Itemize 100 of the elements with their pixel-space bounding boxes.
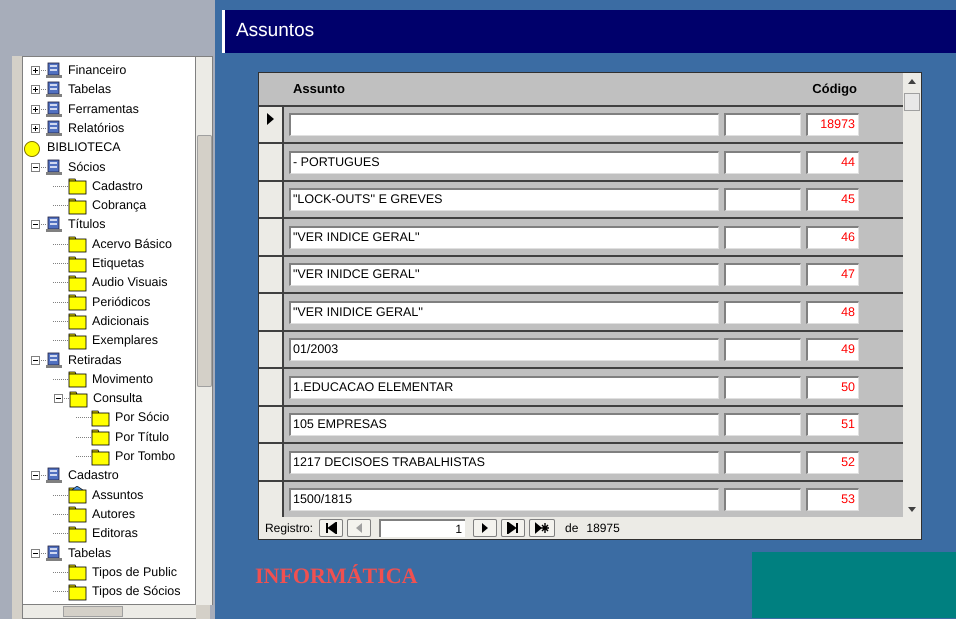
- expand-icon[interactable]: [31, 104, 40, 114]
- code-field[interactable]: 52: [806, 450, 859, 474]
- input-field[interactable]: [724, 113, 801, 136]
- record-number-field[interactable]: 1: [379, 519, 466, 538]
- expand-icon[interactable]: [31, 85, 40, 94]
- tree-item[interactable]: Audio Visuais: [92, 275, 168, 290]
- subject-field[interactable]: "LOCK-OUTS'' E GREVES: [289, 188, 719, 212]
- code-field[interactable]: 51: [806, 413, 859, 436]
- expand-icon[interactable]: [31, 124, 40, 133]
- of-label: de: [565, 520, 578, 538]
- record-selector[interactable]: [259, 369, 284, 405]
- record-selector[interactable]: [259, 444, 284, 480]
- folder-icon: [68, 332, 87, 350]
- code-field[interactable]: 48: [806, 300, 859, 324]
- tree-item[interactable]: Consulta: [93, 391, 142, 406]
- tree-item[interactable]: Por Título: [115, 430, 169, 445]
- subject-field[interactable]: 01/2003: [289, 338, 719, 362]
- subject-field[interactable]: 1.EDUCACAO ELEMENTAR: [289, 376, 719, 399]
- record-selector[interactable]: [259, 294, 284, 330]
- record-selector[interactable]: [259, 256, 284, 292]
- collapse-icon[interactable]: [31, 471, 40, 480]
- input-field[interactable]: [724, 150, 801, 174]
- subject-field[interactable]: [289, 113, 719, 136]
- subject-field[interactable]: 1217 DECISOES TRABALHISTAS: [289, 450, 719, 474]
- input-field[interactable]: [724, 450, 801, 474]
- input-field[interactable]: [724, 188, 801, 212]
- tree-item[interactable]: Cobrança: [92, 198, 146, 214]
- subject-field[interactable]: "VER INIDCE GERAL'': [289, 263, 719, 286]
- tree-item[interactable]: Tabelas: [68, 82, 112, 98]
- tree-item[interactable]: Editoras: [92, 526, 138, 542]
- input-field[interactable]: [724, 376, 801, 399]
- scroll-thumb[interactable]: [63, 606, 123, 617]
- brand-text: INFORMÁTICA: [255, 562, 418, 590]
- code-field[interactable]: 50: [806, 376, 859, 399]
- tree-item[interactable]: Movimento: [92, 372, 154, 387]
- code-field[interactable]: 47: [806, 263, 859, 286]
- code-field[interactable]: 46: [806, 226, 859, 249]
- collapse-icon[interactable]: [31, 162, 40, 172]
- tree-item[interactable]: Por Tombo: [115, 449, 176, 464]
- current-record-icon: [267, 112, 274, 125]
- new-record-button[interactable]: [529, 519, 556, 538]
- last-button[interactable]: [501, 519, 526, 538]
- tree-item[interactable]: Por Sócio: [115, 410, 170, 426]
- record-selector[interactable]: [259, 406, 284, 442]
- tree-item[interactable]: Periódicos: [92, 294, 150, 310]
- tree-item[interactable]: Acervo Básico: [92, 236, 172, 252]
- tree-item[interactable]: Financeiro: [68, 63, 126, 78]
- collapse-icon[interactable]: [31, 356, 40, 364]
- subject-field[interactable]: "VER INDICE GERAL'': [289, 226, 719, 249]
- tree-item[interactable]: Tabelas: [68, 546, 112, 560]
- code-field[interactable]: 18973: [806, 113, 859, 136]
- subject-field[interactable]: - PORTUGUES: [289, 150, 719, 174]
- tree-item[interactable]: Tipos de Public: [92, 564, 177, 580]
- subject-field[interactable]: "VER INIDICE GERAL'': [289, 300, 719, 324]
- first-button[interactable]: [319, 519, 344, 538]
- code-field[interactable]: 44: [806, 150, 859, 174]
- tree-item[interactable]: BIBLIOTECA: [47, 140, 121, 156]
- horizontal-scrollbar[interactable]: [22, 605, 196, 619]
- code-field[interactable]: 49: [806, 338, 859, 362]
- tree-item[interactable]: Relatórios: [68, 120, 124, 136]
- tree-item[interactable]: Etiquetas: [92, 256, 144, 271]
- input-field[interactable]: [724, 488, 801, 512]
- scroll-down-icon[interactable]: [908, 507, 916, 512]
- tree-item[interactable]: Assuntos: [92, 488, 144, 503]
- input-field[interactable]: [724, 263, 801, 286]
- collapse-icon[interactable]: [31, 220, 40, 230]
- tree-item[interactable]: Cadastro: [68, 468, 119, 484]
- collapse-icon[interactable]: [31, 548, 40, 558]
- record-selector[interactable]: [259, 144, 284, 180]
- tree-item[interactable]: Autores: [92, 506, 136, 522]
- input-field[interactable]: [724, 338, 801, 362]
- input-field[interactable]: [724, 226, 801, 249]
- tree-item[interactable]: Títulos: [68, 217, 106, 232]
- tree-item[interactable]: Retiradas: [68, 352, 122, 368]
- tree-item[interactable]: Tipos de Sócios: [92, 584, 180, 600]
- subject-field[interactable]: 1500/1815: [289, 488, 719, 512]
- last-record-icon: [507, 522, 520, 534]
- tree-item[interactable]: Adicionais: [92, 314, 149, 329]
- record-selector[interactable]: [259, 219, 284, 255]
- input-field[interactable]: [724, 300, 801, 324]
- code-field[interactable]: 53: [806, 488, 859, 512]
- record-selector[interactable]: [259, 332, 284, 368]
- collapse-icon[interactable]: [54, 394, 63, 404]
- scroll-thumb[interactable]: [904, 93, 920, 111]
- subject-field[interactable]: 105 EMPRESAS: [289, 413, 719, 436]
- record-selector[interactable]: [259, 106, 284, 142]
- record-selector[interactable]: [259, 182, 284, 218]
- scroll-up-icon[interactable]: [908, 79, 916, 84]
- tree-item[interactable]: Ferramentas: [68, 102, 139, 117]
- input-field[interactable]: [724, 413, 801, 436]
- tree-item[interactable]: Cadastro: [92, 178, 143, 194]
- vertical-scrollbar[interactable]: [903, 73, 921, 518]
- record-selector[interactable]: [259, 482, 284, 518]
- tree-item[interactable]: Sócios: [68, 160, 106, 174]
- vertical-scrollbar[interactable]: [196, 56, 213, 605]
- next-button[interactable]: [473, 519, 498, 538]
- code-field[interactable]: 45: [806, 188, 859, 212]
- expand-icon[interactable]: [31, 66, 40, 75]
- scroll-thumb[interactable]: [197, 135, 212, 387]
- tree-item[interactable]: Exemplares: [92, 333, 158, 348]
